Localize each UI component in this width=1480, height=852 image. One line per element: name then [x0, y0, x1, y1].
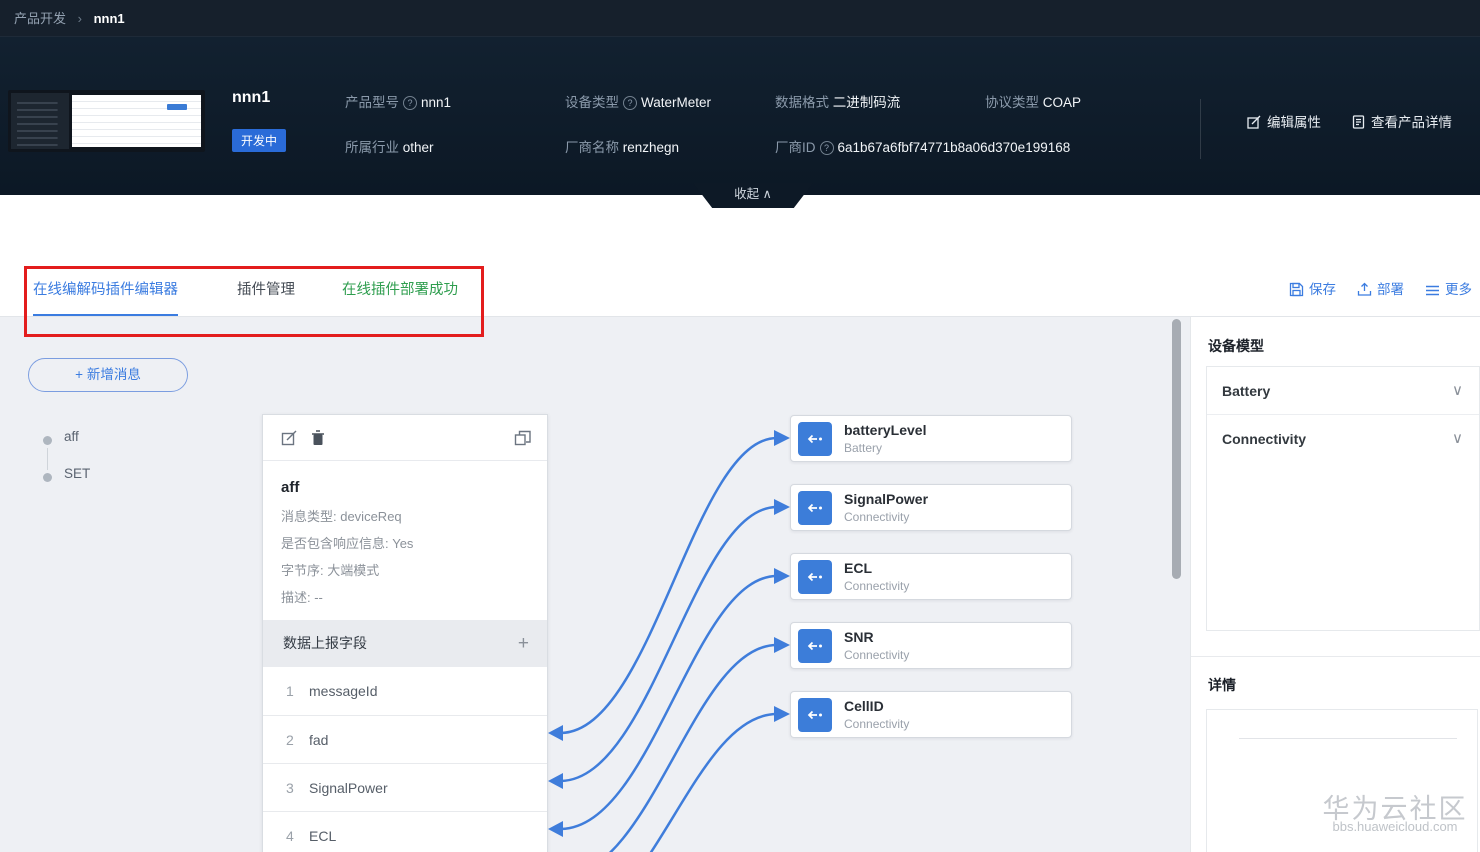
status-badge: 开发中 — [232, 129, 287, 152]
field-row-fad[interactable]: 2 fad — [263, 715, 547, 763]
thumbnail-sidebar — [11, 93, 69, 149]
message-prop-endian: 字节序: 大端模式 — [281, 563, 380, 578]
mapping-curves — [548, 430, 790, 852]
service-accordion: Battery ∨ Connectivity ∨ — [1206, 366, 1480, 631]
field-vendor-id: 厂商ID? 6a1b67a6fbf74771b8a06d370e199168 — [775, 140, 1071, 155]
property-card-cellid[interactable]: CellID Connectivity — [790, 691, 1072, 738]
field-row-messageid[interactable]: 1 messageId — [263, 667, 547, 715]
canvas-scrollbar[interactable] — [1172, 319, 1181, 579]
save-icon — [1289, 282, 1304, 297]
detail-title: 详情 — [1208, 677, 1236, 693]
info-icon[interactable]: ? — [403, 96, 417, 110]
message-dot — [43, 436, 52, 445]
breadcrumb: 产品开发 › nnn1 — [0, 0, 1480, 37]
product-header: nnn1 开发中 产品型号? nnn1 设备类型? WaterMeter 数据格式 … — [0, 37, 1480, 195]
thumbnail-button — [167, 104, 187, 110]
message-list-item-aff[interactable]: aff — [64, 429, 79, 444]
message-card: aff 消息类型: deviceReq 是否包含响应信息: Yes 字节序: 大… — [262, 414, 548, 852]
property-map-icon — [798, 422, 832, 456]
breadcrumb-current: nnn1 — [93, 11, 125, 26]
field-data-format: 数据格式 二进制码流 — [775, 95, 901, 110]
delete-message-icon[interactable] — [311, 430, 325, 451]
property-card-batterylevel[interactable]: batteryLevel Battery — [790, 415, 1072, 462]
product-thumbnail[interactable] — [8, 90, 205, 152]
plus-icon: + — [75, 367, 84, 382]
message-prop-desc: 描述: -- — [281, 590, 323, 605]
expand-card-icon[interactable] — [514, 430, 531, 451]
sidebar-divider — [1191, 656, 1480, 657]
field-row-ecl[interactable]: 4 ECL — [263, 811, 547, 852]
detail-placeholder-line — [1239, 738, 1457, 739]
view-product-detail-button[interactable]: 查看产品详情 — [1352, 111, 1452, 131]
field-row-signalpower[interactable]: 3 SignalPower — [263, 763, 547, 811]
property-map-icon — [798, 491, 832, 525]
edit-icon — [1247, 115, 1261, 129]
message-timeline — [47, 448, 48, 470]
add-field-icon[interactable]: + — [518, 620, 529, 667]
info-icon[interactable]: ? — [819, 141, 834, 155]
property-map-icon — [798, 560, 832, 594]
collapse-toggle[interactable]: 收起 ∧ — [693, 183, 813, 208]
header-divider — [1200, 99, 1201, 159]
watermark-url: bbs.huaweicloud.com — [1332, 819, 1458, 834]
edit-properties-button[interactable]: 编辑属性 — [1247, 111, 1321, 131]
message-list-item-set[interactable]: SET — [64, 466, 90, 481]
chevron-down-icon: ∨ — [1452, 382, 1463, 399]
field-device-type: 设备类型? WaterMeter — [565, 95, 712, 110]
report-fields-section-header: 数据上报字段 + — [263, 620, 547, 667]
document-icon — [1352, 115, 1365, 129]
info-icon[interactable]: ? — [623, 96, 637, 110]
field-industry: 所属行业 other — [345, 140, 434, 155]
more-icon — [1426, 285, 1439, 296]
thumbnail-table — [72, 95, 201, 147]
caret-up-icon: ∧ — [762, 187, 772, 201]
property-card-signalpower[interactable]: SignalPower Connectivity — [790, 484, 1072, 531]
device-model-panel: 设备模型 Battery ∨ Connectivity ∨ 详情 — [1190, 316, 1480, 852]
field-vendor-name: 厂商名称 renzhegn — [565, 140, 680, 155]
property-card-ecl[interactable]: ECL Connectivity — [790, 553, 1072, 600]
property-map-icon — [798, 698, 832, 732]
app-root: 产品开发 › nnn1 nnn1 开发中 产品型号? nnn1 设备类型? Wate… — [0, 0, 1480, 852]
service-item-battery[interactable]: Battery ∨ — [1207, 367, 1479, 415]
chevron-down-icon: ∨ — [1452, 430, 1463, 447]
tab-plugin-management[interactable]: 插件管理 — [237, 268, 295, 316]
deploy-button[interactable]: 部署 — [1357, 278, 1404, 298]
breadcrumb-section[interactable]: 产品开发 — [14, 11, 66, 26]
product-name: nnn1 — [232, 89, 271, 106]
message-prop-type: 消息类型: deviceReq — [281, 509, 402, 524]
editor-toolbar: 在线编解码插件编辑器 插件管理 在线插件部署成功 保存 部署 更多 — [0, 268, 1480, 316]
save-button[interactable]: 保存 — [1289, 278, 1336, 298]
more-button[interactable]: 更多 — [1425, 278, 1472, 298]
field-protocol-type: 协议类型 COAP — [985, 95, 1082, 110]
edit-message-icon[interactable] — [281, 430, 297, 451]
tab-online-codec-editor[interactable]: 在线编解码插件编辑器 — [33, 268, 178, 316]
device-model-title: 设备模型 — [1208, 338, 1264, 354]
message-title: aff — [281, 479, 300, 496]
codec-canvas: + 新增消息 aff SET aff 消息类型: deviceReq 是否包含响… — [0, 316, 1190, 852]
message-prop-response: 是否包含响应信息: Yes — [281, 536, 414, 551]
message-card-header — [263, 415, 547, 461]
deploy-icon — [1357, 282, 1372, 296]
add-message-button[interactable]: + 新增消息 — [28, 358, 188, 392]
tab-deploy-success-status: 在线插件部署成功 — [342, 282, 458, 298]
service-item-connectivity[interactable]: Connectivity ∨ — [1207, 415, 1479, 463]
property-card-snr[interactable]: SNR Connectivity — [790, 622, 1072, 669]
property-map-icon — [798, 629, 832, 663]
field-product-model: 产品型号? nnn1 — [345, 95, 452, 110]
message-dot — [43, 473, 52, 482]
breadcrumb-separator-icon: › — [77, 11, 82, 26]
